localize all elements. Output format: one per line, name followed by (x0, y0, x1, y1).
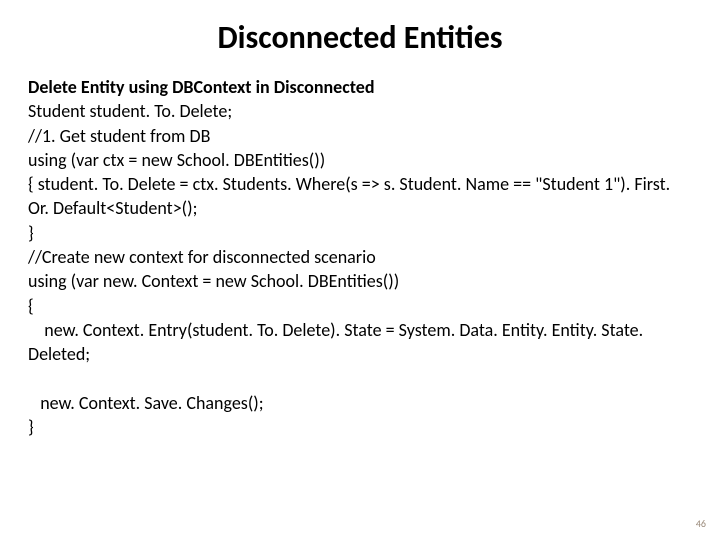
page-number: 46 (696, 517, 706, 530)
code-line: //Create new context for disconnected sc… (28, 245, 692, 269)
code-line: Student student. To. Delete; (28, 99, 692, 123)
code-line: } (28, 415, 692, 439)
code-line: //1. Get student from DB (28, 124, 692, 148)
code-line (28, 367, 692, 391)
code-line: new. Context. Save. Changes(); (28, 391, 692, 415)
code-line: { (28, 294, 692, 318)
section-subtitle: Delete Entity using DBContext in Disconn… (28, 75, 692, 99)
code-line: using (var new. Context = new School. DB… (28, 269, 692, 293)
code-line: using (var ctx = new School. DBEntities(… (28, 148, 692, 172)
code-line: { student. To. Delete = ctx. Students. W… (28, 172, 692, 221)
code-line: } (28, 221, 692, 245)
code-line: new. Context. Entry(student. To. Delete)… (28, 318, 692, 367)
slide-title: Disconnected Entities (28, 18, 692, 57)
